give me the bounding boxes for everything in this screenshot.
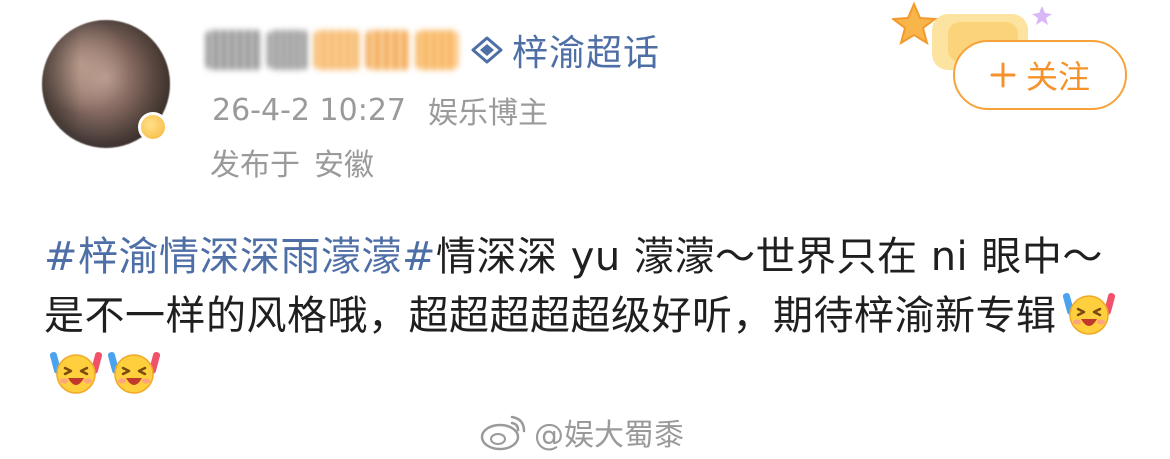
hashtag-link[interactable]: #梓渝情深深雨濛濛#	[44, 234, 436, 280]
cheer-emoji-icon	[50, 352, 102, 394]
watermark-text: @娱大蜀黍	[534, 418, 684, 453]
supertopic-label: 梓渝超话	[512, 33, 661, 74]
username-blur-segment	[206, 30, 262, 70]
username-blurred[interactable]	[206, 26, 461, 74]
cheer-emoji-icon	[108, 352, 160, 394]
follow-label: 关注	[1025, 58, 1090, 96]
post-meta: 26-4-2 10:27 娱乐博主	[212, 86, 548, 134]
username-blur-segment	[366, 30, 410, 70]
author-role: 娱乐博主	[428, 96, 548, 131]
location-prefix: 发布于	[210, 148, 300, 183]
plus-icon	[990, 62, 1016, 88]
watermark: @娱大蜀黍	[478, 410, 684, 454]
weibo-logo-icon	[480, 415, 526, 451]
username-blur-segment	[268, 30, 308, 70]
follow-button[interactable]: 关注	[953, 40, 1127, 110]
supertopic-link[interactable]: 梓渝超话	[470, 26, 660, 74]
post-timestamp: 26-4-2 10:27	[212, 92, 406, 128]
post-body: #梓渝情深深雨濛濛#情深深 yu 濛濛～世界只在 ni 眼中～是不一样的风格哦，…	[44, 228, 1124, 405]
username-blur-segment	[416, 30, 458, 70]
post-location: 发布于 安徽	[210, 138, 374, 186]
cheer-emoji-icon	[1062, 293, 1115, 335]
supertopic-diamond-icon	[471, 36, 503, 64]
verified-badge-icon	[138, 112, 168, 142]
location-name: 安徽	[314, 148, 374, 183]
username-blur-segment	[314, 30, 360, 70]
